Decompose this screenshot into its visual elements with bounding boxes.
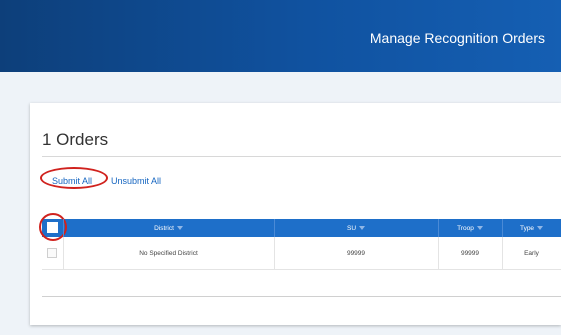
orders-card: 1 Orders Submit All Unsubmit All Distric… [30,103,561,325]
cell-troop: 99999 [460,249,480,257]
filter-icon[interactable] [476,226,483,230]
title-divider [42,156,561,157]
column-header-su[interactable]: SU [274,219,438,237]
cell-district: No Specified District [139,249,198,257]
cell-type: Early [524,249,539,257]
orders-count-title: 1 Orders [42,130,109,149]
row-checkbox[interactable] [47,248,57,258]
table-footer-divider [42,296,561,297]
cell-su: 99999 [346,249,366,257]
submit-all-button[interactable]: Submit All [52,176,92,186]
unsubmit-all-button[interactable]: Unsubmit All [111,176,161,186]
filter-icon[interactable] [176,226,183,230]
column-header-type[interactable]: Type [502,219,561,237]
column-header-troop[interactable]: Troop [438,219,502,237]
orders-table: District SU Troop Type No Specified Dist… [39,213,561,270]
select-all-checkbox[interactable] [47,222,58,233]
table-row[interactable]: No Specified District 99999 99999 Early [42,237,561,270]
table-header-row: District SU Troop Type [39,213,561,241]
column-header-district[interactable]: District [63,219,274,237]
filter-icon[interactable] [359,226,366,230]
page-title: Manage Recognition Orders [369,30,545,46]
filter-icon[interactable] [537,226,544,230]
top-header-bar: Manage Recognition Orders [0,0,561,72]
